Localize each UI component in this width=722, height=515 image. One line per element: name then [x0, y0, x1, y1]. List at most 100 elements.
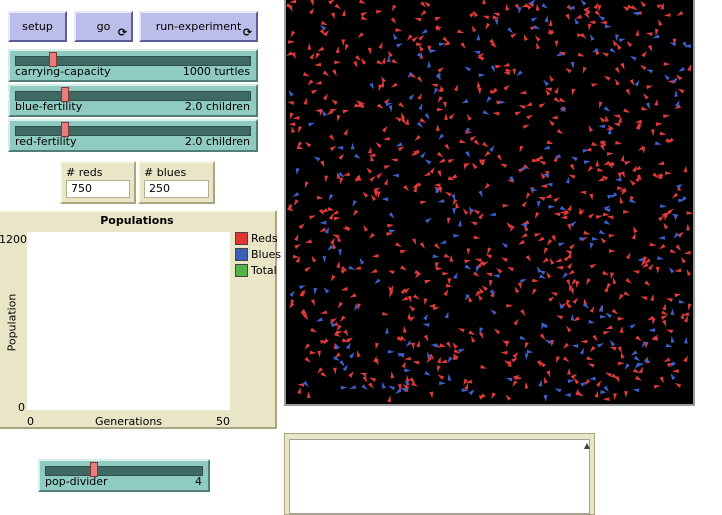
turtle: [437, 356, 441, 364]
turtle: [511, 357, 519, 363]
turtle: [445, 341, 452, 349]
turtle: [599, 101, 603, 109]
turtle: [641, 51, 647, 58]
turtle: [389, 290, 394, 298]
turtle: [589, 376, 596, 381]
scroll-up-arrow-icon[interactable]: ▲: [584, 441, 590, 450]
slider-value: 2.0 children: [184, 135, 250, 148]
turtle: [419, 117, 427, 124]
turtle: [505, 394, 512, 401]
turtle: [670, 335, 675, 343]
turtle: [546, 239, 553, 246]
turtle: [397, 146, 405, 152]
turtle: [328, 213, 334, 220]
setup-button[interactable]: setup: [8, 11, 67, 42]
turtle: [361, 384, 368, 390]
turtle: [341, 39, 346, 47]
turtle: [664, 213, 668, 221]
turtle: [659, 243, 666, 250]
carrying-capacity-slider[interactable]: carrying-capacity 1000 turtles: [8, 49, 258, 82]
world-view[interactable]: [284, 0, 695, 406]
turtle: [605, 372, 612, 378]
turtle: [376, 103, 384, 109]
turtle: [640, 1, 647, 8]
turtle: [614, 66, 620, 74]
turtle: [466, 113, 472, 121]
turtle: [444, 311, 449, 319]
turtle: [538, 379, 543, 387]
blue-fertility-slider[interactable]: blue-fertility 2.0 children: [8, 84, 258, 117]
turtle: [295, 168, 300, 175]
turtle: [404, 368, 412, 373]
turtle: [670, 373, 676, 380]
slider-label: blue-fertility: [15, 100, 83, 113]
turtle: [390, 158, 398, 162]
turtle: [302, 72, 310, 77]
x-max-label: 50: [216, 415, 230, 428]
turtle: [491, 392, 496, 399]
turtle: [617, 316, 625, 321]
turtle: [343, 172, 350, 177]
turtle: [579, 190, 587, 195]
turtle: [534, 211, 540, 219]
turtle: [411, 36, 418, 43]
turtle: [634, 79, 640, 87]
turtle: [605, 325, 613, 329]
turtle: [316, 317, 323, 322]
turtle: [606, 152, 614, 156]
turtle: [543, 376, 548, 384]
turtle: [484, 183, 491, 190]
turtle: [630, 55, 637, 61]
turtle: [317, 350, 321, 358]
turtle: [645, 32, 653, 36]
turtle: [495, 64, 503, 69]
turtle: [411, 238, 417, 245]
setup-button-label: setup: [22, 20, 53, 33]
forever-icon: ⟳: [117, 26, 128, 39]
turtle: [556, 128, 564, 135]
turtle: [539, 274, 546, 279]
turtle: [609, 249, 616, 253]
turtle: [437, 374, 445, 380]
red-fertility-slider[interactable]: red-fertility 2.0 children: [8, 119, 258, 152]
turtle: [662, 114, 670, 119]
turtle: [500, 163, 507, 168]
turtle: [429, 167, 435, 174]
turtle: [620, 351, 625, 359]
output-text-box[interactable]: [289, 439, 590, 514]
turtle: [320, 371, 328, 377]
forever-icon: ⟳: [242, 26, 253, 39]
turtle: [297, 126, 303, 133]
turtle: [623, 291, 631, 296]
turtle: [614, 177, 622, 182]
turtle: [599, 116, 606, 123]
turtle: [409, 305, 416, 312]
turtle: [539, 160, 546, 166]
turtle: [335, 46, 340, 54]
turtle: [392, 33, 398, 40]
turtle: [507, 266, 514, 272]
turtle: [288, 122, 296, 127]
run-experiment-button[interactable]: run-experiment ⟳: [139, 11, 258, 42]
turtle: [392, 173, 399, 178]
turtle: [591, 237, 599, 241]
turtle: [514, 111, 522, 116]
turtle: [398, 102, 405, 108]
go-button[interactable]: go ⟳: [74, 11, 133, 42]
turtle: [568, 269, 575, 275]
turtle: [512, 351, 519, 359]
turtle: [594, 390, 599, 398]
turtle: [525, 255, 532, 262]
turtle: [400, 265, 407, 271]
turtle: [560, 215, 568, 220]
turtle: [434, 16, 442, 21]
pop-divider-slider[interactable]: pop-divider 4: [38, 459, 210, 492]
turtle: [420, 151, 426, 159]
turtle: [465, 150, 471, 158]
turtle: [539, 333, 546, 340]
turtle: [672, 369, 679, 373]
turtle: [512, 68, 517, 76]
turtle: [556, 315, 564, 320]
turtle: [619, 196, 624, 204]
turtle: [317, 46, 325, 52]
